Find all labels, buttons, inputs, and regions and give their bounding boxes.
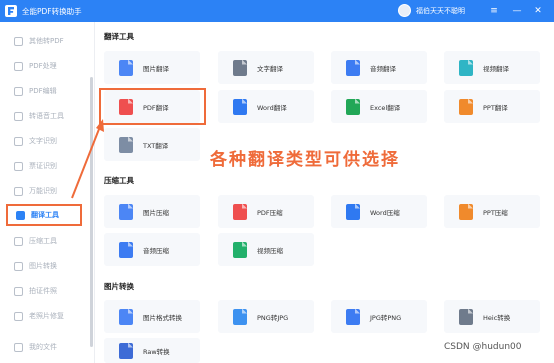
audio-icon <box>346 59 360 76</box>
tool-card-image-translate[interactable]: 图片翻译 <box>104 51 200 84</box>
sidebar-scrollbar[interactable] <box>90 77 93 347</box>
png-icon <box>233 308 247 325</box>
tool-card-raw[interactable]: Raw转换 <box>104 338 200 363</box>
sidebar-item-other-to-pdf[interactable]: 其他转PDF <box>6 30 82 52</box>
sidebar-item-compress[interactable]: 压缩工具 <box>6 230 82 252</box>
video-icon <box>233 241 247 258</box>
title-bar: 全能PDF转换助手 福伯天天不聪明 ≡ — ✕ <box>0 0 554 22</box>
ticket-icon <box>14 161 23 171</box>
camera-icon <box>14 286 23 296</box>
edit-icon <box>14 86 23 96</box>
sidebar-item-image-convert[interactable]: 图片转换 <box>6 255 82 277</box>
minimize-button[interactable]: — <box>510 4 524 18</box>
tool-card-pdf-compress[interactable]: PDF压缩 <box>218 195 314 228</box>
sidebar-item-my-files[interactable]: 我的文件 <box>6 336 82 358</box>
word-icon <box>346 203 360 220</box>
section-title-image: 图片转换 <box>104 282 134 291</box>
doc-icon <box>14 36 23 46</box>
word-icon <box>233 98 247 115</box>
tool-card-audio-compress[interactable]: 音频压缩 <box>104 233 200 266</box>
photo-icon <box>14 311 23 321</box>
audio-icon <box>119 241 133 258</box>
raw-icon <box>119 342 133 359</box>
highlight-box <box>99 88 206 125</box>
compress-icon <box>14 236 23 246</box>
pdf-icon <box>233 203 247 220</box>
sidebar-item-universal-ocr[interactable]: 万能识别 <box>6 180 82 202</box>
scan-icon <box>14 186 23 196</box>
tool-card-png-to-jpg[interactable]: PNG转JPG <box>218 300 314 333</box>
app-logo-icon <box>5 5 17 17</box>
video-icon <box>459 59 473 76</box>
text-icon <box>14 136 23 146</box>
tool-card-excel-translate[interactable]: Excel翻译 <box>331 90 427 123</box>
tool-card-text-translate[interactable]: 文字翻译 <box>218 51 314 84</box>
user-profile[interactable]: 福伯天天不聪明 <box>398 4 465 17</box>
sidebar-item-pdf-process[interactable]: PDF处理 <box>6 55 82 77</box>
tool-card-image-format[interactable]: 图片格式转换 <box>104 300 200 333</box>
sidebar-item-pdf-edit[interactable]: PDF编辑 <box>6 80 82 102</box>
sidebar-item-ocr[interactable]: 文字识别 <box>6 130 82 152</box>
watermark: CSDN @hudun00 <box>444 342 522 352</box>
tool-card-video-compress[interactable]: 视频压缩 <box>218 233 314 266</box>
tool-card-jpg-to-png[interactable]: JPG转PNG <box>331 300 427 333</box>
txt-icon <box>119 136 133 153</box>
sidebar-item-speech[interactable]: 转语音工具 <box>6 105 82 127</box>
image-icon <box>14 261 23 271</box>
sidebar: 其他转PDF PDF处理 PDF编辑 转语音工具 文字识别 票证识别 万能识别 … <box>0 22 95 363</box>
image-icon <box>119 59 133 76</box>
annotation-banner: 各种翻译类型可供选择 <box>210 150 400 170</box>
image-icon <box>119 308 133 325</box>
tool-card-image-compress[interactable]: 图片压缩 <box>104 195 200 228</box>
close-button[interactable]: ✕ <box>531 4 545 18</box>
section-title-translate: 翻译工具 <box>104 32 134 41</box>
jpg-icon <box>346 308 360 325</box>
ppt-icon <box>459 203 473 220</box>
text-file-icon <box>233 59 247 76</box>
translate-icon <box>16 210 25 220</box>
section-title-compress: 压缩工具 <box>104 176 134 185</box>
app-title: 全能PDF转换助手 <box>22 6 82 16</box>
ppt-icon <box>459 98 473 115</box>
sidebar-item-ticket-ocr[interactable]: 票证识别 <box>6 155 82 177</box>
speech-icon <box>14 111 23 121</box>
sidebar-item-photo-restore[interactable]: 老照片修复 <box>6 305 82 327</box>
menu-icon[interactable]: ≡ <box>487 4 501 18</box>
heic-icon <box>459 308 473 325</box>
excel-icon <box>346 98 360 115</box>
avatar[interactable] <box>398 4 411 17</box>
tool-card-ppt-compress[interactable]: PPT压缩 <box>444 195 540 228</box>
tool-card-txt-translate[interactable]: TXT翻译 <box>104 128 200 161</box>
tool-card-video-translate[interactable]: 视频翻译 <box>444 51 540 84</box>
folder-icon <box>14 342 23 352</box>
tool-card-heic[interactable]: Heic转换 <box>444 300 540 333</box>
tool-card-ppt-translate[interactable]: PPT翻译 <box>444 90 540 123</box>
sidebar-item-id-photo[interactable]: 拍证件照 <box>6 280 82 302</box>
username[interactable]: 福伯天天不聪明 <box>416 6 465 16</box>
pdf-icon <box>14 61 23 71</box>
tool-card-audio-translate[interactable]: 音频翻译 <box>331 51 427 84</box>
tool-card-word-compress[interactable]: Word压缩 <box>331 195 427 228</box>
image-icon <box>119 203 133 220</box>
tool-card-word-translate[interactable]: Word翻译 <box>218 90 314 123</box>
sidebar-item-translate[interactable]: 翻译工具 <box>6 204 82 226</box>
